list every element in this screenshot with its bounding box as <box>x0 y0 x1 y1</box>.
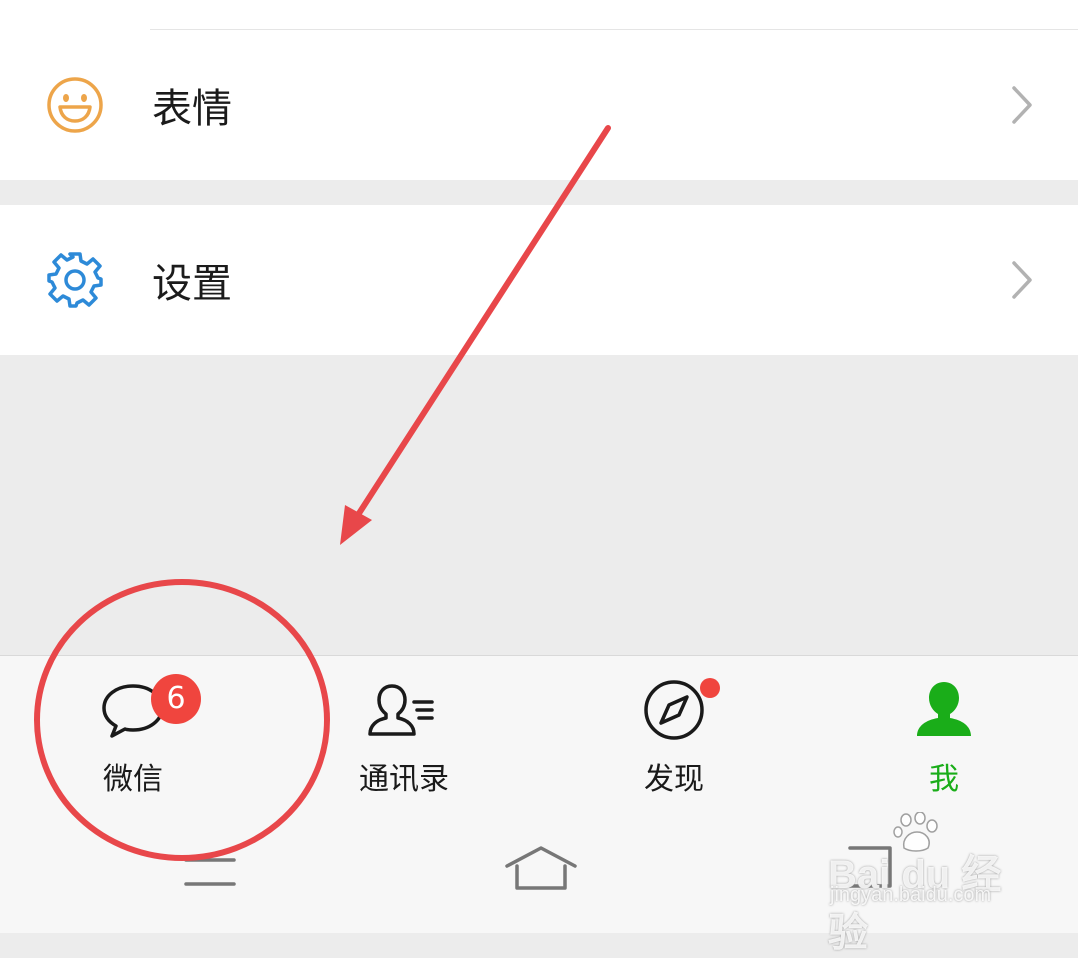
system-nav-bar <box>0 810 1078 932</box>
tab-me[interactable]: 我 <box>844 674 1044 797</box>
menu-item-settings[interactable]: 设置 <box>0 205 1078 355</box>
contacts-icon <box>368 684 434 736</box>
home-icon[interactable] <box>503 844 579 894</box>
chevron-right-icon <box>1012 261 1032 299</box>
back-icon[interactable] <box>846 844 896 890</box>
tab-label: 发现 <box>644 762 704 797</box>
new-content-dot <box>700 678 720 698</box>
menu-item-label: 表情 <box>152 86 232 132</box>
tab-chats[interactable]: 6 微信 <box>33 674 233 797</box>
unread-badge: 6 <box>151 674 201 724</box>
menu-top-strip <box>0 0 1078 30</box>
menu-item-emoji[interactable]: 表情 <box>0 30 1078 180</box>
tab-label: 通讯录 <box>359 762 449 797</box>
tab-contacts[interactable]: 通讯录 <box>304 674 504 797</box>
annotation-arrow-head <box>340 505 372 545</box>
tab-label: 我 <box>929 762 959 797</box>
menu-icon[interactable] <box>180 852 240 892</box>
compass-icon <box>644 680 704 740</box>
menu-item-label: 设置 <box>152 261 232 307</box>
chevron-right-icon <box>1012 86 1032 124</box>
smile-icon <box>47 77 103 133</box>
tab-discover[interactable]: 发现 <box>574 674 774 797</box>
tab-label: 微信 <box>103 762 163 797</box>
person-icon <box>917 682 971 736</box>
gear-icon <box>47 252 103 308</box>
